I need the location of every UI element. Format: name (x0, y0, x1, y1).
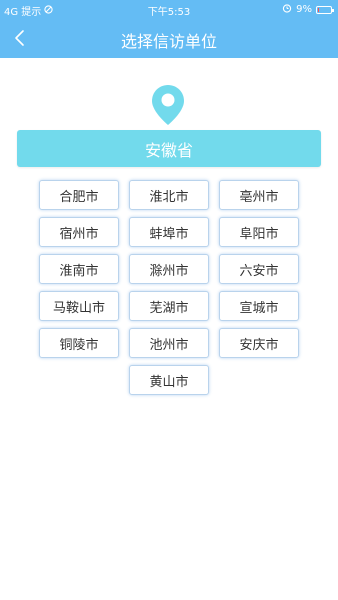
city-label: 宿州市 (59, 226, 99, 242)
city-label: 滁州市 (149, 263, 189, 279)
city-button[interactable]: 滁州市 (129, 254, 209, 284)
alarm-icon (282, 3, 292, 16)
city-button[interactable]: 淮北市 (129, 180, 209, 210)
city-button[interactable]: 亳州市 (219, 180, 299, 210)
city-label: 淮南市 (59, 263, 99, 279)
battery-fill (318, 7, 319, 12)
city-button[interactable]: 芜湖市 (129, 291, 209, 321)
city-label: 池州市 (149, 337, 189, 353)
battery-icon (316, 5, 334, 14)
city-label: 六安市 (239, 263, 279, 279)
battery-percent: 9% (296, 4, 312, 15)
city-label: 铜陵市 (59, 337, 99, 353)
city-button[interactable]: 宣城市 (219, 291, 299, 321)
city-button[interactable]: 宿州市 (39, 217, 119, 247)
city-button[interactable]: 蚌埠市 (129, 217, 209, 247)
province-header: 安徽省 (17, 130, 321, 167)
nav-bar: 选择信访单位 (0, 18, 338, 58)
status-right: 9% (282, 3, 334, 16)
city-label: 黄山市 (149, 374, 189, 390)
map-pin-icon (151, 84, 185, 126)
city-button[interactable]: 铜陵市 (39, 328, 119, 358)
city-grid: 合肥市 淮北市 亳州市 宿州市 蚌埠市 阜阳市 淮南市 滁州市 六安市 马鞍山市… (39, 180, 301, 395)
city-button[interactable]: 马鞍山市 (39, 291, 119, 321)
city-label: 阜阳市 (239, 226, 279, 242)
city-button[interactable]: 合肥市 (39, 180, 119, 210)
city-label: 芜湖市 (149, 300, 189, 316)
status-bar: 4G 提示 下午5:53 9% (0, 0, 338, 18)
city-label: 安庆市 (239, 337, 279, 353)
province-label: 安徽省 (144, 140, 193, 160)
city-button[interactable]: 阜阳市 (219, 217, 299, 247)
city-button[interactable]: 黄山市 (129, 365, 209, 395)
page-title: 选择信访单位 (120, 32, 217, 51)
city-label: 蚌埠市 (149, 226, 189, 242)
city-label: 淮北市 (149, 189, 189, 205)
city-label: 合肥市 (59, 189, 99, 205)
city-label: 马鞍山市 (52, 300, 105, 316)
city-button[interactable]: 淮南市 (39, 254, 119, 284)
city-button[interactable]: 池州市 (129, 328, 209, 358)
city-button[interactable]: 六安市 (219, 254, 299, 284)
city-label: 亳州市 (239, 189, 279, 205)
city-label: 宣城市 (239, 300, 279, 316)
city-button[interactable]: 安庆市 (219, 328, 299, 358)
